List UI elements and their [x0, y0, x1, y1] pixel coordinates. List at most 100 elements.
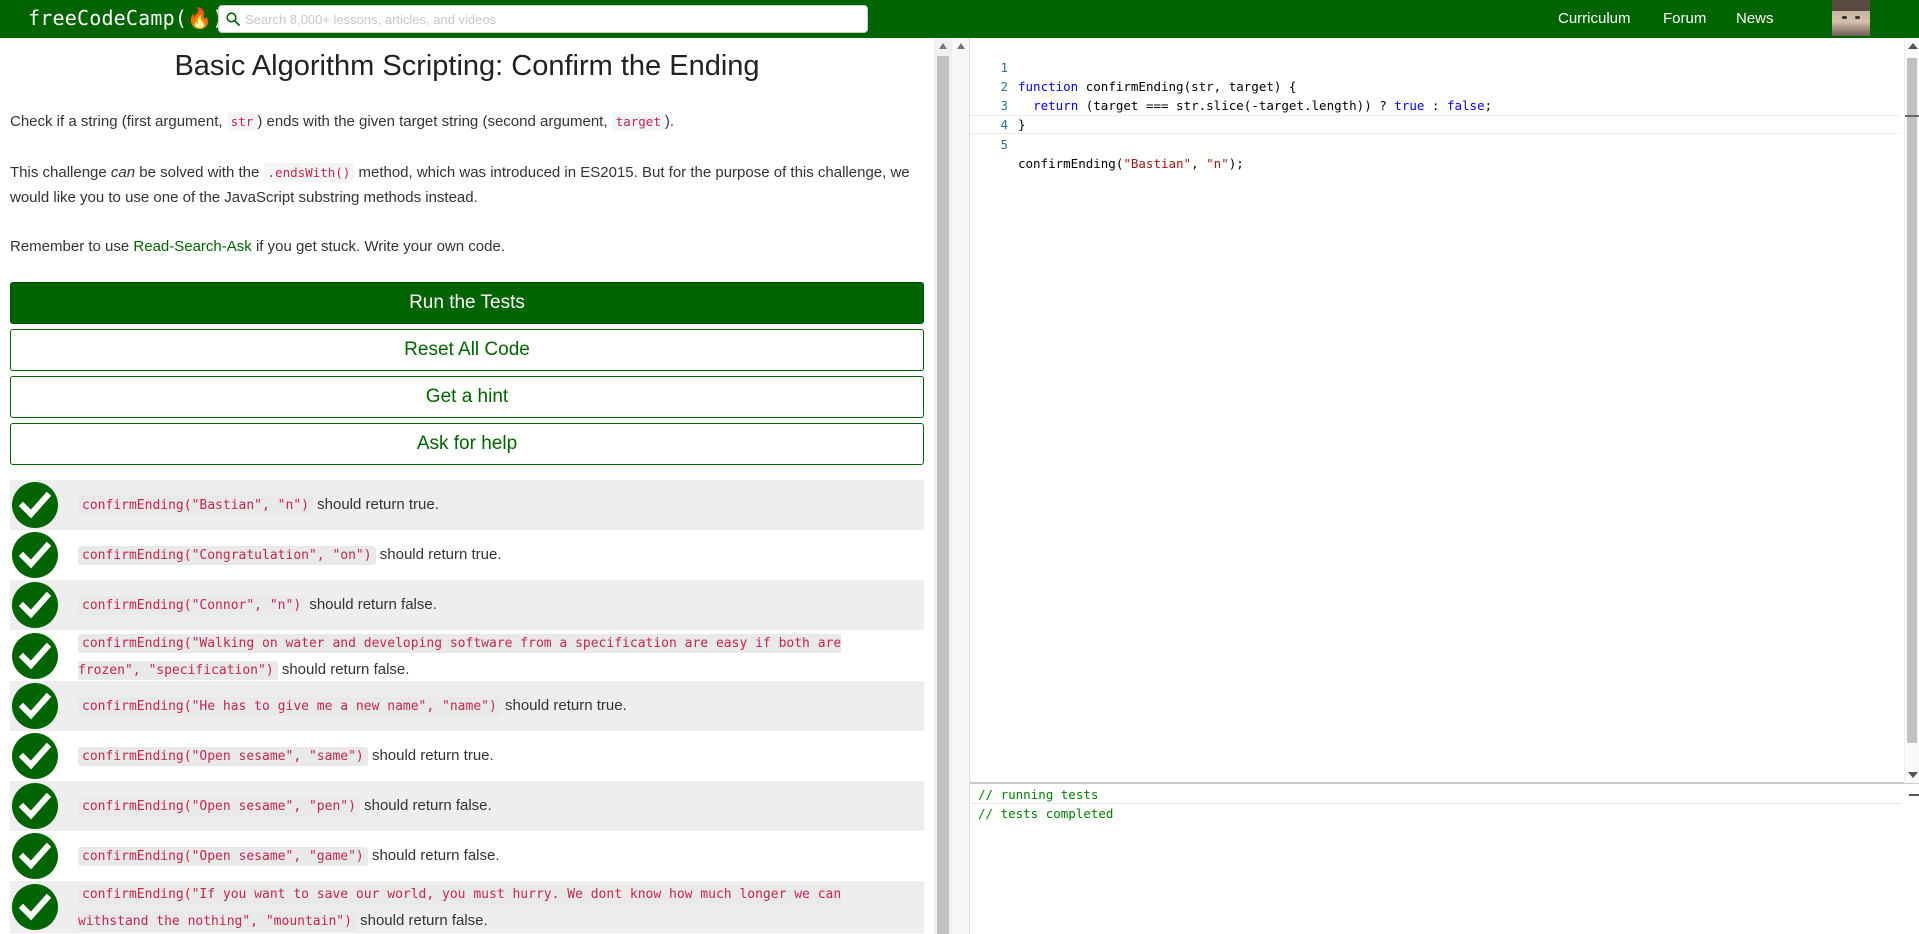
get-hint-button[interactable]: Get a hint: [10, 376, 924, 418]
test-expectation: should return false.: [309, 596, 437, 613]
check-circle-icon: [12, 783, 58, 829]
test-code: confirmEnding("Open sesame", "pen"): [78, 797, 360, 816]
test-code: confirmEnding("Congratulation", "on"): [78, 546, 376, 565]
code-line[interactable]: 2 return (target === str.slice(-target.l…: [970, 58, 1901, 113]
avatar-eye: [1855, 16, 1860, 19]
test-code: confirmEnding("Open sesame", "same"): [78, 747, 368, 766]
code-line-current[interactable]: 5 confirmEnding("Bastian", "n");: [970, 115, 1901, 171]
test-code: confirmEnding("Open sesame", "game"): [78, 847, 368, 866]
test-row: confirmEnding("Congratulation", "on") sh…: [10, 530, 924, 580]
test-description: confirmEnding("If you want to save our w…: [78, 881, 924, 934]
freecodecamp-logo[interactable]: freeCodeCamp(🔥): [28, 6, 224, 30]
inline-code: target: [611, 112, 665, 131]
code-line[interactable]: 4: [970, 96, 1901, 132]
test-description: confirmEnding("Open sesame", "game") sho…: [78, 831, 924, 870]
check-circle-icon: [12, 632, 58, 679]
desc-text: ) ends with the given target string (sec…: [257, 113, 612, 130]
test-expectation: should return true.: [317, 496, 439, 513]
test-expectation: should return true.: [371, 747, 494, 764]
code-line[interactable]: 1 function confirmEnding(str, target) {: [970, 39, 1901, 94]
scroll-up-arrow-icon[interactable]: [939, 43, 947, 49]
challenge-pane: Basic Algorithm Scripting: Confirm the E…: [0, 38, 934, 934]
editor-scrollbar[interactable]: [1904, 38, 1919, 783]
check-circle-icon: [12, 582, 58, 628]
test-description: confirmEnding("Walking on water and deve…: [78, 630, 924, 684]
desc-text: Check if a string (first argument,: [10, 113, 227, 130]
pane-divider[interactable]: [952, 38, 970, 934]
test-description: confirmEnding("Open sesame", "pen") shou…: [78, 781, 924, 820]
avatar-hair: [1832, 0, 1870, 11]
code-token: "Bastian": [1123, 156, 1192, 171]
code-line[interactable]: 3 }: [970, 77, 1901, 132]
desc-text: if you get stuck. Write your own code.: [251, 238, 505, 255]
test-expectation: should return false.: [371, 847, 500, 864]
code-editor[interactable]: 1 function confirmEnding(str, target) { …: [970, 38, 1919, 783]
check-circle-icon: [12, 833, 58, 879]
line-number: 5: [1000, 137, 1008, 152]
scroll-up-arrow-icon[interactable]: [957, 43, 965, 49]
test-description: confirmEnding("Connor", "n") should retu…: [78, 580, 924, 619]
test-output-console[interactable]: // running tests // tests completed: [970, 783, 1919, 934]
read-search-ask-link[interactable]: Read-Search-Ask: [133, 238, 251, 255]
test-description: confirmEnding("Congratulation", "on") sh…: [78, 530, 924, 569]
code-token: confirmEnding(: [1018, 156, 1124, 171]
check-circle-icon: [12, 884, 58, 930]
search-input[interactable]: [245, 9, 855, 29]
inline-code: str: [226, 112, 258, 131]
test-row: confirmEnding("Bastian", "n") should ret…: [10, 480, 924, 530]
test-expectation: should return false.: [281, 661, 410, 678]
run-tests-button[interactable]: Run the Tests: [10, 282, 924, 324]
test-expectation: should return true.: [379, 546, 502, 563]
challenge-description: Check if a string (first argument, str) …: [10, 109, 925, 134]
console-collapse-icon[interactable]: [1909, 794, 1919, 796]
desc-text: Remember to use: [10, 238, 134, 255]
desc-text: ).: [664, 113, 675, 130]
code-token: "n": [1206, 156, 1229, 171]
code-text: confirmEnding("Bastian", "n");: [1018, 154, 1244, 173]
inline-code: .endsWith(): [263, 163, 355, 182]
scroll-down-arrow-icon[interactable]: [1908, 772, 1918, 778]
test-expectation: should return false.: [364, 797, 492, 814]
test-code: confirmEnding("Bastian", "n"): [78, 496, 313, 515]
test-expectation: should return true.: [505, 697, 627, 714]
console-line: // tests completed: [978, 806, 1114, 821]
code-token: );: [1228, 156, 1244, 171]
search-box[interactable]: [218, 5, 868, 33]
user-avatar[interactable]: [1832, 0, 1870, 36]
console-line: // running tests: [978, 787, 1099, 802]
test-description: confirmEnding("Bastian", "n") should ret…: [78, 480, 924, 519]
test-row: confirmEnding("Open sesame", "game") sho…: [10, 831, 924, 881]
test-row: confirmEnding("Open sesame", "same") sho…: [10, 731, 924, 781]
test-expectation: should return false.: [360, 912, 488, 929]
test-description: confirmEnding("Open sesame", "same") sho…: [78, 731, 924, 770]
nav-news-link[interactable]: News: [1736, 10, 1774, 27]
test-row: confirmEnding("Walking on water and deve…: [10, 630, 924, 681]
challenge-reminder: Remember to use Read-Search-Ask if you g…: [10, 234, 925, 259]
avatar-eye: [1842, 16, 1847, 19]
check-circle-icon: [12, 683, 58, 729]
test-suite: confirmEnding("Bastian", "n") should ret…: [10, 480, 924, 933]
top-navbar: freeCodeCamp(🔥) Curriculum Forum News: [0, 0, 1919, 38]
emphasis-text: can: [110, 164, 136, 181]
scrollbar-thumb[interactable]: [1907, 58, 1917, 743]
check-circle-icon: [12, 733, 58, 779]
scroll-up-arrow-icon[interactable]: [1908, 43, 1918, 49]
test-description: confirmEnding("He has to give me a new n…: [78, 681, 924, 720]
challenge-scrollbar[interactable]: [934, 38, 952, 934]
ask-help-button[interactable]: Ask for help: [10, 423, 924, 465]
desc-text: be solved with the: [135, 164, 264, 181]
check-circle-icon: [12, 482, 58, 528]
nav-forum-link[interactable]: Forum: [1663, 10, 1706, 27]
desc-text: This challenge: [10, 164, 111, 181]
test-row: confirmEnding("Connor", "n") should retu…: [10, 580, 924, 630]
scrollbar-thumb[interactable]: [937, 56, 949, 934]
test-code: confirmEnding("Connor", "n"): [78, 596, 306, 615]
nav-curriculum-link[interactable]: Curriculum: [1558, 10, 1631, 27]
cursor-position-marker: [1905, 115, 1919, 117]
reset-code-button[interactable]: Reset All Code: [10, 329, 924, 371]
code-token: ,: [1191, 156, 1207, 171]
search-icon: [226, 12, 240, 26]
challenge-note: This challenge can be solved with the .e…: [10, 160, 925, 210]
test-code: confirmEnding("He has to give me a new n…: [78, 697, 501, 716]
test-row: confirmEnding("Open sesame", "pen") shou…: [10, 781, 924, 831]
